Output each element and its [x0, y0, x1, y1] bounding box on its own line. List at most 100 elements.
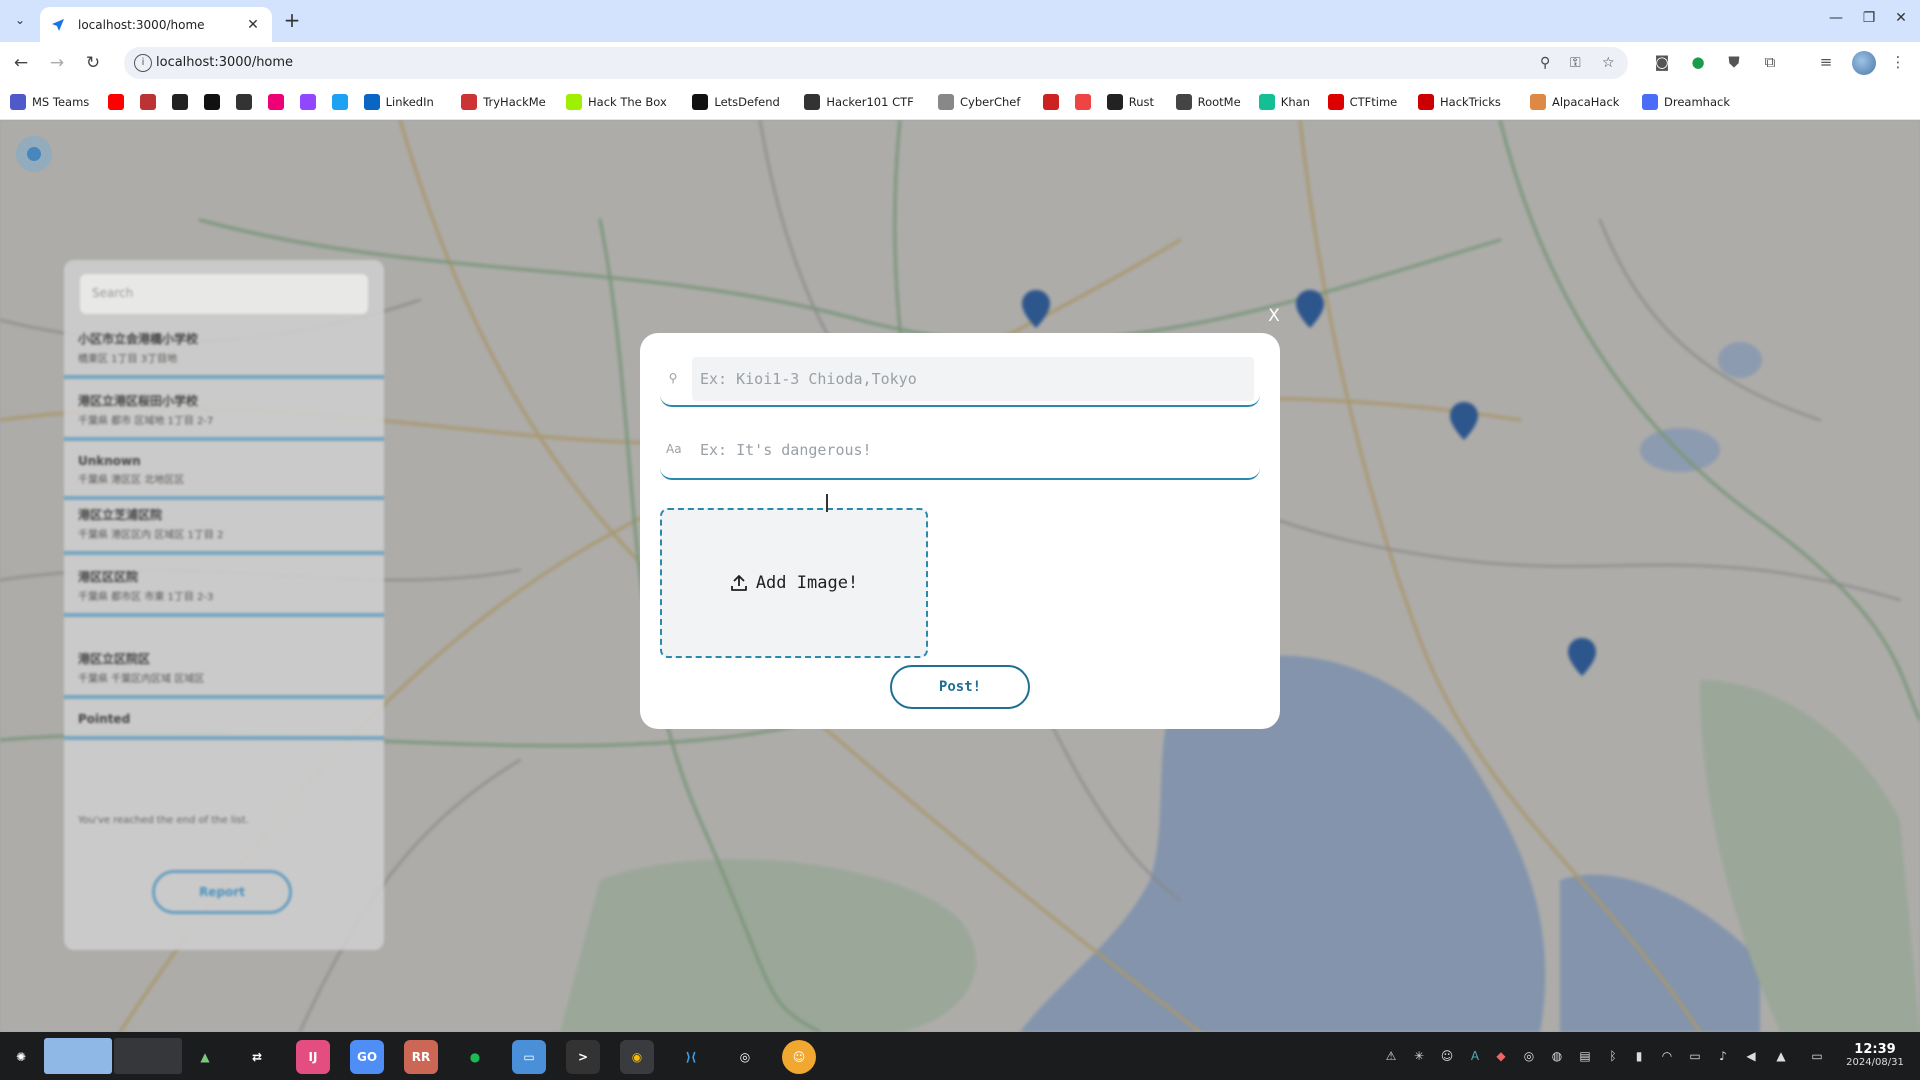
app-tray-icon[interactable]: ◆: [1492, 1049, 1510, 1063]
bookmark-ctftime[interactable]: CTFtime: [1327, 93, 1397, 111]
bookmark-p[interactable]: [1074, 93, 1091, 111]
slack-icon[interactable]: ✳: [1410, 1049, 1428, 1063]
file-manager-icon[interactable]: ▭: [512, 1040, 546, 1074]
list-item-title: 港区立芝浦区院: [78, 508, 163, 522]
back-icon[interactable]: ←: [10, 52, 32, 74]
usb-icon[interactable]: ▮: [1630, 1049, 1648, 1063]
discord-icon[interactable]: ☺: [782, 1040, 816, 1074]
workspace-1[interactable]: [44, 1038, 112, 1074]
grammarly-icon[interactable]: ●: [1688, 53, 1708, 71]
list-item-address: 千葉県 千葉区内区域 区域区: [78, 674, 205, 685]
media-control-icon[interactable]: ≡: [1816, 53, 1836, 71]
bookmark-dreamhack[interactable]: Dreamhack: [1642, 93, 1730, 111]
side-search-input[interactable]: Search: [80, 274, 368, 314]
openai-icon: [235, 94, 252, 110]
profile-avatar[interactable]: [1852, 51, 1876, 75]
bookmark-star-icon[interactable]: ☆: [1602, 55, 1615, 71]
tab-close-icon[interactable]: ✕: [244, 17, 262, 33]
bookmark-hacktricks[interactable]: HackTricks: [1418, 93, 1501, 111]
extensions-icon[interactable]: ⧉: [1760, 53, 1780, 71]
spotify-icon[interactable]: ●: [458, 1040, 492, 1074]
bookmark-khan[interactable]: Khan: [1258, 93, 1310, 111]
bookmark-alpacahack[interactable]: AlpacaHack: [1530, 93, 1619, 111]
list-item[interactable]: 港区立港区桜田小学校 千葉県 都市 区域地 1丁目 2-7: [64, 382, 384, 441]
minimize-icon[interactable]: —: [1826, 10, 1846, 26]
bookmark-grid[interactable]: [1042, 93, 1059, 111]
site-info-icon[interactable]: i: [134, 54, 152, 72]
bookmark-rootme[interactable]: RootMe: [1175, 93, 1241, 111]
current-location-button[interactable]: [16, 136, 52, 172]
bookmark-openai[interactable]: [235, 93, 252, 111]
bookmark-cyberchef[interactable]: CyberChef: [938, 93, 1020, 111]
bluetooth-icon[interactable]: ᛒ: [1604, 1049, 1622, 1063]
notification-icon[interactable]: ⚠: [1382, 1049, 1400, 1063]
list-item[interactable]: Unknown 千葉県 港区区 北地区区: [64, 444, 384, 500]
bookmark-gemini[interactable]: [267, 93, 284, 111]
menu-kebab-icon[interactable]: ⋮: [1888, 53, 1908, 71]
tray-expand-icon[interactable]: ▲: [1772, 1049, 1790, 1063]
bookmark-twitch[interactable]: [299, 93, 316, 111]
modal-close-button[interactable]: X: [1266, 306, 1282, 326]
bookmark-hacker101-ctf[interactable]: Hacker101 CTF: [804, 93, 914, 111]
intellij-icon[interactable]: IJ: [296, 1040, 330, 1074]
list-item[interactable]: Pointed: [64, 702, 384, 740]
add-image-dropzone[interactable]: Add Image!: [660, 508, 928, 658]
bookmark-letsdefend[interactable]: LetsDefend: [692, 93, 780, 111]
terminal-icon[interactable]: >: [566, 1040, 600, 1074]
obs-icon[interactable]: ◎: [728, 1040, 762, 1074]
wifi-icon[interactable]: ◠: [1658, 1049, 1676, 1063]
microphone-icon[interactable]: ♪: [1714, 1049, 1732, 1063]
report-button[interactable]: Report: [152, 870, 292, 914]
password-key-icon[interactable]: ⚿: [1570, 55, 1581, 71]
shield-extension-icon[interactable]: ⛊: [1724, 53, 1744, 71]
post-button[interactable]: Post!: [890, 665, 1030, 709]
reload-icon[interactable]: ↻: [82, 52, 104, 74]
rustrover-icon[interactable]: RR: [404, 1040, 438, 1074]
hacker101-icon: [804, 94, 821, 110]
location-icon[interactable]: ⚲: [1540, 55, 1550, 71]
discord-tray-icon[interactable]: ☺: [1438, 1049, 1456, 1063]
screenshot-icon[interactable]: ◙: [1652, 53, 1672, 71]
clipboard-icon[interactable]: ▤: [1576, 1049, 1594, 1063]
address-bar[interactable]: i localhost:3000/home ⚲ ⚿ ☆: [124, 47, 1628, 79]
bookmark-site[interactable]: [331, 93, 348, 111]
goland-icon[interactable]: GO: [350, 1040, 384, 1074]
restore-icon[interactable]: ❐: [1859, 10, 1879, 26]
bookmark-tryhackme[interactable]: TryHackMe: [461, 93, 546, 111]
bookmark-notion[interactable]: [171, 93, 188, 111]
battery-small-icon[interactable]: ▭: [1686, 1049, 1704, 1063]
battery-icon[interactable]: ▭: [1808, 1049, 1826, 1063]
settings-icon[interactable]: ⇄: [240, 1040, 274, 1074]
volume-icon[interactable]: ◀: [1742, 1049, 1760, 1063]
list-item[interactable]: 港区区区院 千葉県 都市区 市東 1丁目 2-3: [64, 558, 384, 617]
bookmark-news[interactable]: [139, 93, 156, 111]
new-tab-button[interactable]: +: [282, 9, 302, 31]
comment-input[interactable]: [692, 428, 1254, 472]
chrome-icon[interactable]: ◉: [620, 1040, 654, 1074]
bookmark-rust[interactable]: Rust: [1106, 93, 1154, 111]
system-monitor-icon[interactable]: ▲: [188, 1040, 222, 1074]
clock[interactable]: 12:39 2024/08/31: [1840, 1042, 1910, 1068]
input-method-icon[interactable]: A: [1466, 1049, 1484, 1063]
tab-search-chevron-icon[interactable]: ⌄: [8, 8, 32, 32]
workspace-2[interactable]: [114, 1038, 182, 1074]
forward-icon[interactable]: →: [46, 52, 68, 74]
browser-tab[interactable]: localhost:3000/home ✕: [40, 7, 272, 42]
close-window-icon[interactable]: ✕: [1891, 10, 1911, 26]
bookmark-linkedin[interactable]: LinkedIn: [363, 93, 434, 111]
bookmark-github[interactable]: [203, 93, 220, 111]
bookmark-hack-the-box[interactable]: Hack The Box: [566, 93, 667, 111]
list-item[interactable]: 港区立区院区 千葉県 千葉区内区域 区域区: [64, 640, 384, 699]
vpn-icon[interactable]: ◍: [1548, 1049, 1566, 1063]
bookmark-youtube[interactable]: [107, 93, 124, 111]
obs-tray-icon[interactable]: ◎: [1520, 1049, 1538, 1063]
vscode-icon[interactable]: ⟩⟨: [674, 1040, 708, 1074]
bookmark-label: RootMe: [1197, 95, 1241, 109]
address-input[interactable]: [692, 357, 1254, 401]
notion-icon: [171, 94, 188, 110]
list-item[interactable]: 小区市立会港橋小学校 橋東区 1丁目 3丁目地: [64, 320, 384, 379]
github-icon: [203, 94, 220, 110]
list-item[interactable]: 港区立芝浦区院 千葉県 港区区内 区域区 1丁目 2: [64, 496, 384, 555]
bookmark-ms-teams[interactable]: MS Teams: [10, 93, 89, 111]
start-menu-icon[interactable]: ✺: [4, 1040, 38, 1074]
